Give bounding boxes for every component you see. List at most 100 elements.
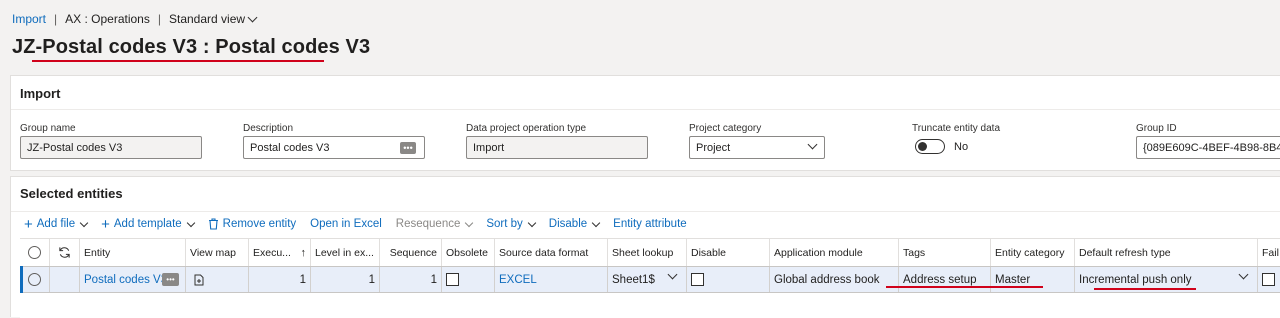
view-selector-label: Standard view — [168, 12, 246, 26]
table-row[interactable]: Postal codes V3 ••• 1 1 1 EXCEL Sheet1$ … — [20, 266, 1280, 293]
add-file-label: Add file — [36, 218, 76, 230]
chevron-down-icon — [527, 218, 537, 227]
tags-cell[interactable]: Address setup — [899, 267, 991, 292]
col-entity[interactable]: Entity — [80, 239, 186, 266]
entity-attribute-button[interactable]: Entity attribute — [613, 218, 687, 230]
source-format-link[interactable]: EXCEL — [499, 274, 537, 286]
breadcrumb-separator: | — [54, 12, 58, 26]
entities-grid: Entity View map Execu... ↑ Level in ex..… — [20, 238, 1280, 318]
import-panel: Import Group name JZ-Postal codes V3 Des… — [10, 75, 1280, 171]
open-in-excel-label: Open in Excel — [310, 218, 382, 230]
operation-type-field[interactable]: Import — [466, 136, 648, 159]
col-sheet-lookup[interactable]: Sheet lookup — [608, 239, 687, 266]
project-category-label: Project category — [689, 123, 762, 134]
resequence-label: Resequence — [395, 218, 461, 230]
disable-label: Disable — [548, 218, 588, 230]
refresh-icon[interactable] — [58, 246, 71, 259]
project-category-select[interactable]: Project — [689, 136, 825, 159]
chevron-down-icon[interactable] — [667, 269, 678, 280]
sort-by-label: Sort by — [486, 218, 523, 230]
breadcrumb: Import | AX : Operations | Standard view — [12, 12, 258, 26]
project-category-value: Project — [696, 141, 731, 154]
view-map-cell[interactable] — [186, 267, 249, 292]
col-level[interactable]: Level in ex... — [311, 239, 380, 266]
annotation-underline — [32, 60, 324, 62]
add-template-button[interactable]: + Add template — [101, 217, 195, 232]
obsolete-cell[interactable] — [442, 267, 495, 292]
row-select-radio[interactable] — [28, 273, 41, 286]
more-options-icon[interactable]: ••• — [162, 273, 179, 286]
sheet-lookup-value: Sheet1$ — [612, 273, 655, 286]
truncate-toggle[interactable] — [915, 139, 945, 154]
grid-header: Entity View map Execu... ↑ Level in ex..… — [20, 239, 1280, 266]
refresh-cell[interactable] — [50, 239, 80, 266]
breadcrumb-import-link[interactable]: Import — [12, 12, 46, 26]
col-sequence[interactable]: Sequence — [380, 239, 442, 266]
trash-icon — [208, 218, 218, 230]
operation-type-label: Data project operation type — [466, 123, 587, 134]
page-title: JZ-Postal codes V3 : Postal codes V3 — [12, 36, 371, 58]
col-application-module[interactable]: Application module — [770, 239, 899, 266]
description-label: Description — [243, 123, 294, 134]
sort-by-button[interactable]: Sort by — [486, 218, 537, 230]
import-panel-title: Import — [20, 86, 61, 101]
group-id-field[interactable]: {089E609C-4BEF-4B98-8B46 — [1136, 136, 1280, 159]
obsolete-checkbox[interactable] — [446, 273, 459, 286]
truncate-value: No — [954, 141, 969, 153]
group-name-label: Group name — [20, 123, 76, 134]
application-module-cell[interactable]: Global address book — [770, 267, 899, 292]
col-execution[interactable]: Execu... ↑ — [249, 239, 311, 266]
select-all-cell[interactable] — [20, 239, 50, 266]
open-in-excel-button[interactable]: Open in Excel — [310, 218, 382, 230]
truncate-label: Truncate entity data — [912, 123, 1001, 134]
group-name-field[interactable]: JZ-Postal codes V3 — [20, 136, 202, 159]
disable-cell[interactable] — [687, 267, 770, 292]
chevron-down-icon — [186, 218, 195, 227]
resequence-button[interactable]: Resequence — [395, 218, 474, 230]
col-obsolete[interactable]: Obsolete — [442, 239, 495, 266]
group-id-label: Group ID — [1136, 123, 1177, 134]
annotation-underline — [886, 286, 1043, 288]
more-options-icon[interactable]: ••• — [400, 142, 416, 154]
col-tags[interactable]: Tags — [899, 239, 991, 266]
entity-link[interactable]: Postal codes V3 — [84, 274, 164, 286]
entity-cell[interactable]: Postal codes V3 ••• — [80, 267, 186, 292]
divider — [11, 109, 1280, 110]
sequence-cell[interactable]: 1 — [380, 267, 442, 292]
col-refresh-type[interactable]: Default refresh type — [1075, 239, 1258, 266]
source-format-cell[interactable]: EXCEL — [495, 267, 608, 292]
col-view-map[interactable]: View map — [186, 239, 249, 266]
select-all-radio[interactable] — [28, 246, 41, 259]
col-source-format[interactable]: Source data format — [495, 239, 608, 266]
col-fail[interactable]: Fail — [1258, 239, 1280, 266]
col-execution-label: Execu... — [253, 246, 291, 259]
level-cell[interactable]: 1 — [311, 267, 380, 292]
entity-category-cell[interactable]: Master — [991, 267, 1075, 292]
remove-entity-button[interactable]: Remove entity — [208, 218, 297, 230]
chevron-down-icon — [79, 218, 89, 227]
breadcrumb-module: AX : Operations — [65, 12, 150, 26]
plus-icon: + — [24, 215, 33, 233]
divider — [11, 211, 1280, 212]
description-value: Postal codes V3 — [250, 141, 330, 154]
fail-checkbox[interactable] — [1262, 273, 1275, 286]
chevron-down-icon — [465, 218, 474, 227]
add-file-button[interactable]: + Add file — [24, 215, 89, 233]
chevron-down-icon — [591, 218, 601, 227]
chevron-down-icon[interactable] — [1238, 269, 1249, 280]
disable-button[interactable]: Disable — [548, 218, 601, 230]
fail-cell[interactable] — [1258, 267, 1280, 292]
document-map-icon[interactable] — [194, 274, 204, 286]
entities-toolbar: + Add file + Add template Remove entity … — [24, 215, 687, 233]
col-disable[interactable]: Disable — [687, 239, 770, 266]
row-select-cell[interactable] — [20, 267, 50, 292]
execution-cell[interactable]: 1 — [249, 267, 311, 292]
description-field[interactable]: Postal codes V3 ••• — [243, 136, 425, 159]
col-entity-category[interactable]: Entity category — [991, 239, 1075, 266]
disable-checkbox[interactable] — [691, 273, 704, 286]
breadcrumb-separator: | — [157, 12, 161, 26]
view-selector[interactable]: Standard view — [168, 12, 258, 26]
refresh-type-value: Incremental push only — [1079, 273, 1192, 286]
sheet-lookup-cell[interactable]: Sheet1$ — [608, 267, 687, 292]
remove-entity-label: Remove entity — [222, 218, 297, 230]
